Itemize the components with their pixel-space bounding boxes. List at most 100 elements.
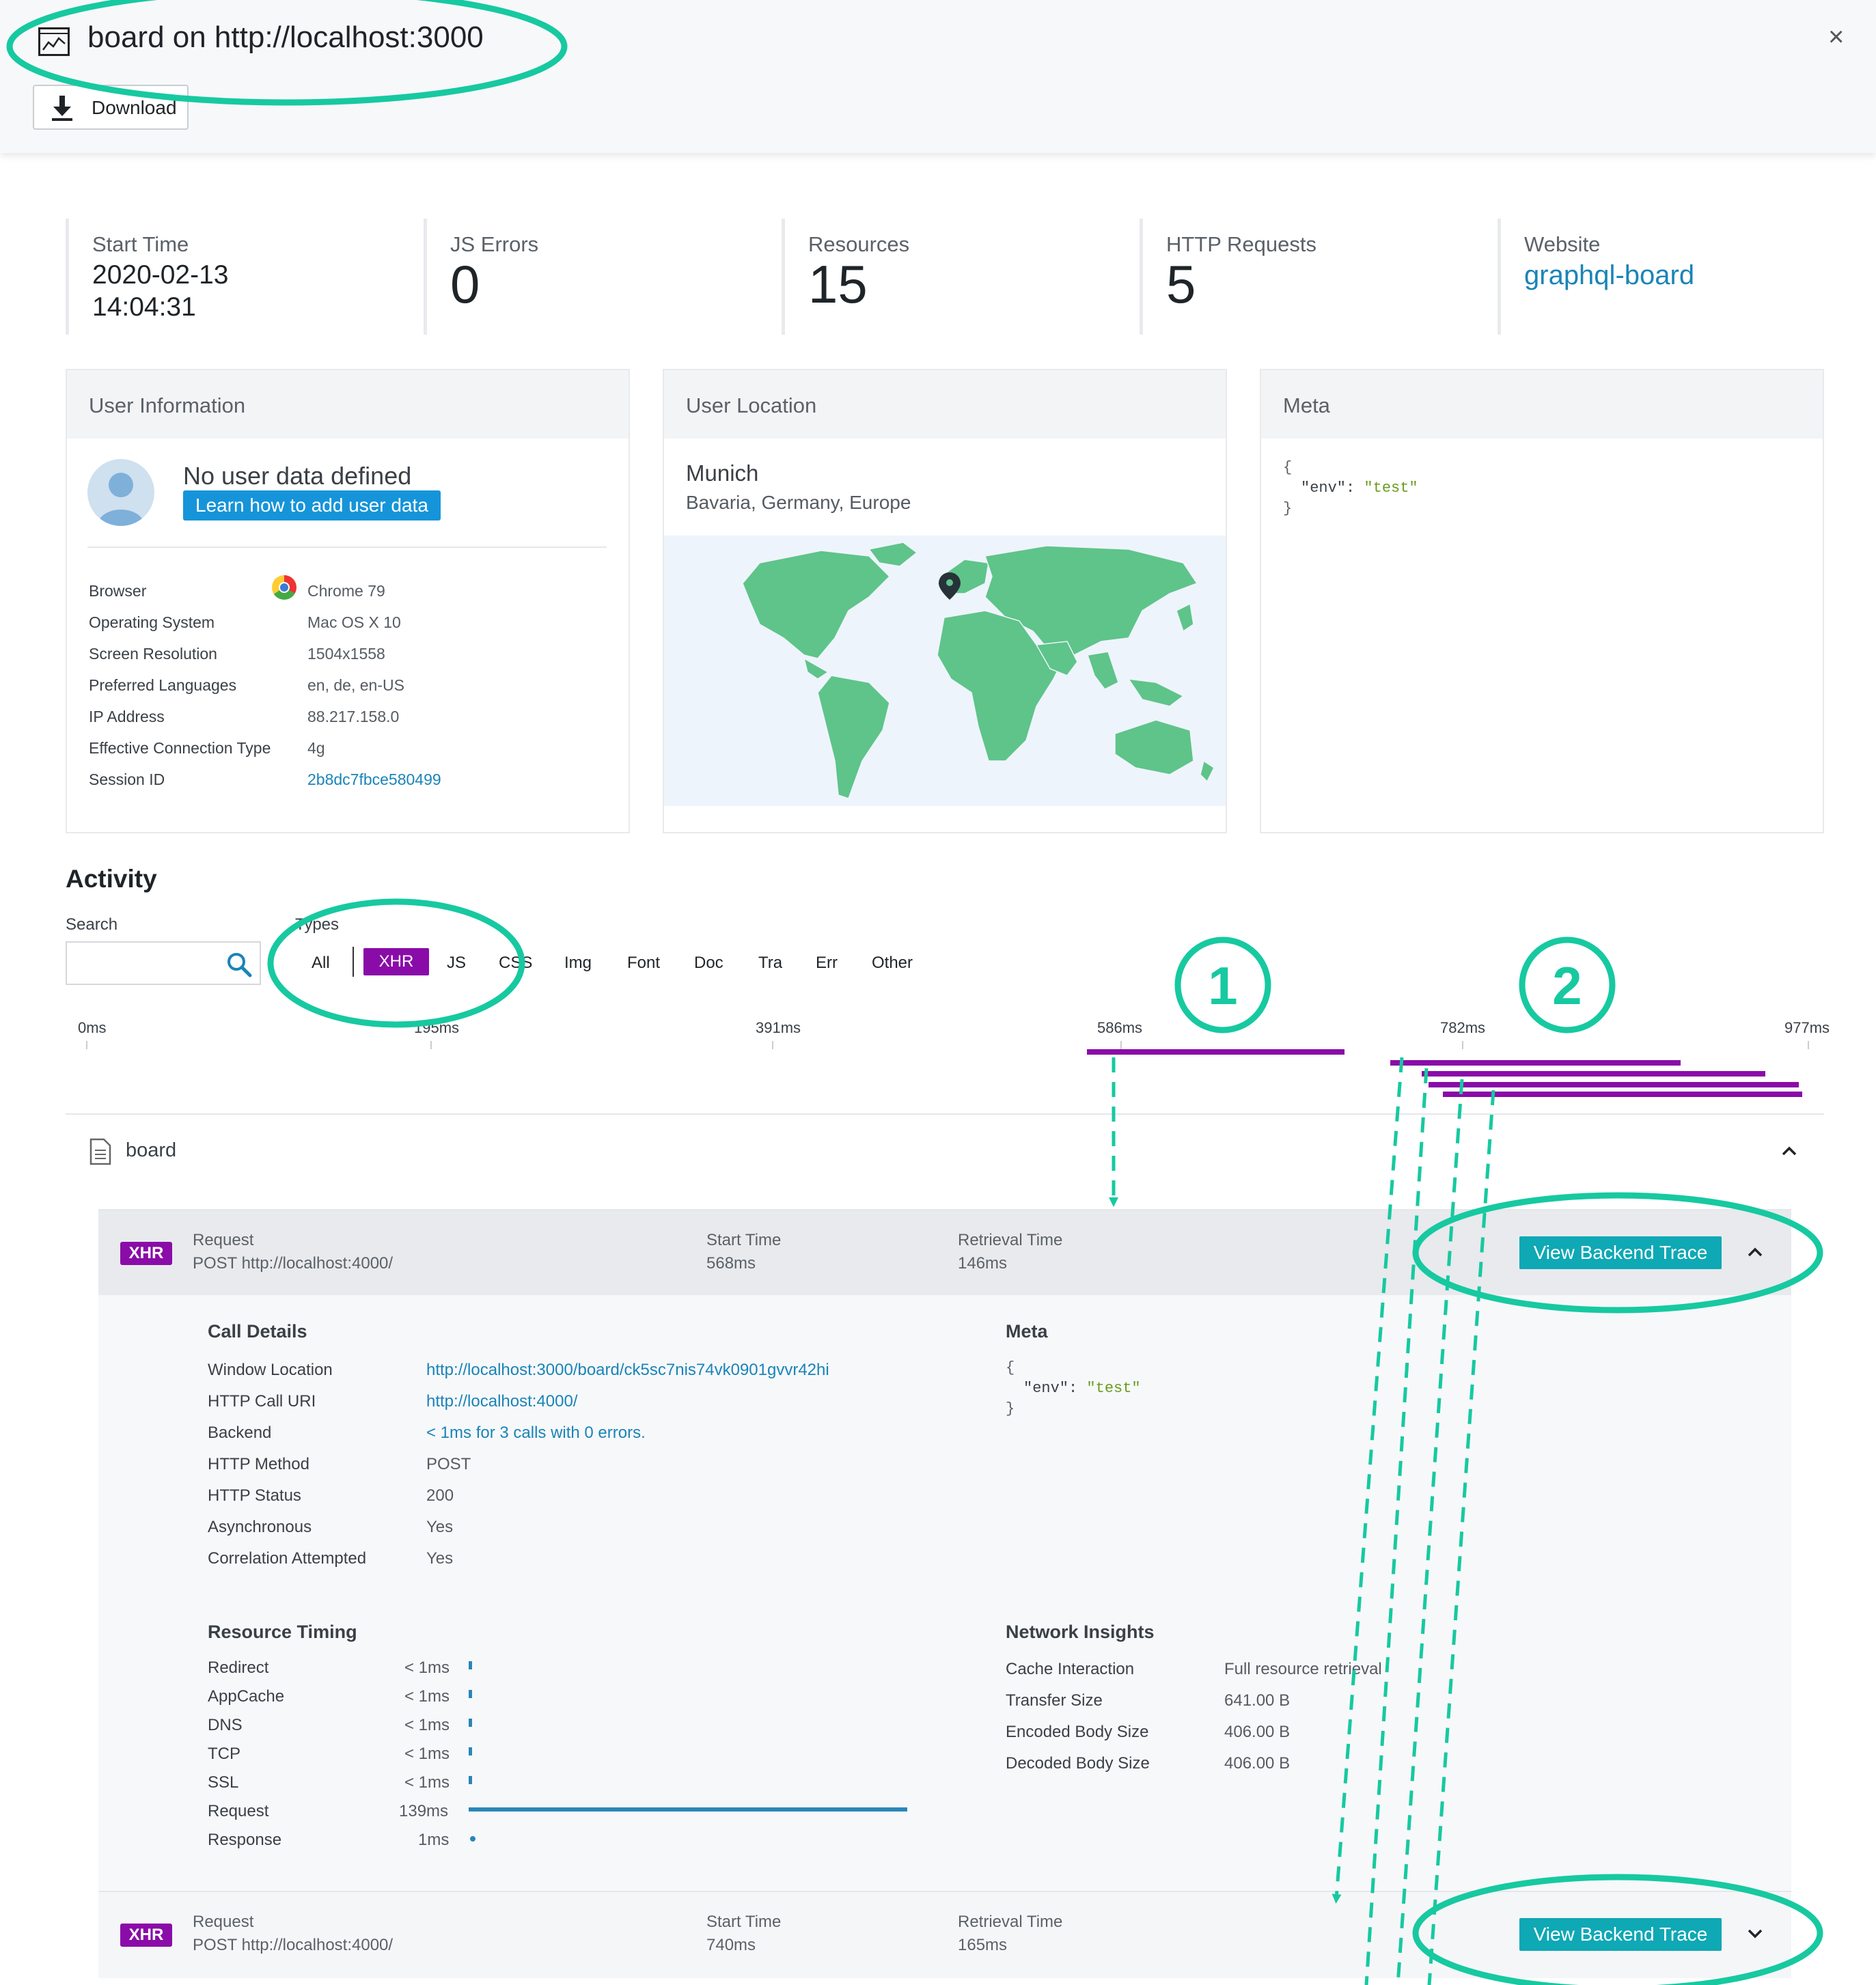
stat-label: HTTP Requests xyxy=(1166,232,1316,256)
page-group-label[interactable]: board xyxy=(126,1139,176,1162)
session-id-link[interactable]: 2b8dc7fbce580499 xyxy=(307,771,441,789)
stat-value: 0 xyxy=(450,254,480,314)
timing-key: TCP xyxy=(208,1745,240,1763)
http-call-uri-link[interactable]: http://localhost:4000/ xyxy=(426,1392,577,1411)
close-icon[interactable]: × xyxy=(1828,23,1844,51)
backend-link[interactable]: < 1ms for 3 calls with 0 errors. xyxy=(426,1424,646,1443)
json-open: { xyxy=(1283,459,1293,476)
detail-value: 200 xyxy=(426,1486,454,1505)
info-key: IP Address xyxy=(89,708,165,725)
filter-css[interactable]: CSS xyxy=(499,954,532,973)
json-open: { xyxy=(1006,1359,1015,1376)
learn-add-user-data-button[interactable]: Learn how to add user data xyxy=(183,490,441,520)
filter-all[interactable]: All xyxy=(312,954,330,973)
user-information-panel: User Information xyxy=(66,369,630,833)
stat-js-errors: JS Errors 0 xyxy=(424,219,779,335)
stat-resources: Resources 15 xyxy=(782,219,1137,335)
timing-value: < 1ms xyxy=(404,1773,450,1792)
chrome-icon xyxy=(272,575,296,600)
view-backend-trace-button[interactable]: View Backend Trace xyxy=(1519,1918,1722,1951)
retrieval-time-value: 146ms xyxy=(958,1254,1008,1273)
tick-mark xyxy=(1462,1041,1463,1049)
timing-key: Response xyxy=(208,1831,282,1849)
filter-xhr[interactable]: XHR xyxy=(363,948,429,975)
insight-value: 406.00 B xyxy=(1224,1723,1291,1741)
timing-bar xyxy=(469,1690,472,1698)
detail-value: Yes xyxy=(426,1549,454,1568)
info-value: Mac OS X 10 xyxy=(307,613,401,631)
world-map xyxy=(664,536,1226,806)
location-city: Munich xyxy=(686,460,759,486)
view-backend-trace-button[interactable]: View Backend Trace xyxy=(1519,1236,1722,1269)
detail-key: Backend xyxy=(208,1424,272,1442)
tick-mark xyxy=(1808,1041,1809,1049)
filter-tra[interactable]: Tra xyxy=(758,954,782,973)
chevron-up-icon[interactable] xyxy=(1746,1246,1764,1258)
json-close: } xyxy=(1283,500,1293,517)
stat-start-time: Start Time 2020-02-13 14:04:31 xyxy=(66,219,421,335)
meta-panel: Meta xyxy=(1260,369,1824,833)
filter-js[interactable]: JS xyxy=(447,954,466,973)
info-key: Screen Resolution xyxy=(89,645,217,663)
stat-value: 5 xyxy=(1166,254,1196,314)
request-details xyxy=(98,1295,1791,1893)
timeline-bar[interactable] xyxy=(1443,1092,1803,1097)
search-icon[interactable] xyxy=(225,951,253,978)
insight-key: Decoded Body Size xyxy=(1006,1754,1150,1773)
start-time-label: Start Time xyxy=(706,1913,782,1931)
website-link[interactable]: graphql-board xyxy=(1524,261,1825,290)
chart-window-icon xyxy=(38,27,70,56)
detail-key: HTTP Call URI xyxy=(208,1392,316,1411)
info-key: Session ID xyxy=(89,771,165,788)
timing-value: < 1ms xyxy=(404,1687,450,1706)
timeline-tick: 782ms xyxy=(1440,1019,1486,1036)
search-label: Search xyxy=(66,915,118,934)
meta-heading: Meta xyxy=(1006,1321,1048,1342)
json-close: } xyxy=(1006,1400,1015,1417)
timing-key: Request xyxy=(208,1802,269,1820)
detail-value: Yes xyxy=(426,1518,454,1536)
panel-title: User Location xyxy=(664,370,1226,439)
detail-value: POST xyxy=(426,1455,471,1473)
stat-label: JS Errors xyxy=(450,232,539,256)
timing-key: SSL xyxy=(208,1773,239,1792)
panel-title: User Information xyxy=(67,370,629,439)
start-time-value: 740ms xyxy=(706,1936,756,1954)
timeline-tick: 0ms xyxy=(78,1019,107,1036)
filter-other[interactable]: Other xyxy=(872,954,913,973)
timing-value: < 1ms xyxy=(404,1658,450,1677)
divider xyxy=(66,1113,1824,1115)
chevron-down-icon[interactable] xyxy=(1746,1928,1764,1940)
marker-label-2: 2 xyxy=(1552,956,1582,1016)
network-insights-heading: Network Insights xyxy=(1006,1622,1155,1642)
retrieval-time-value: 165ms xyxy=(958,1936,1008,1954)
download-label: Download xyxy=(92,97,177,118)
location-pin-icon xyxy=(939,572,961,600)
download-button[interactable]: Download xyxy=(33,85,189,130)
timeline-bar[interactable] xyxy=(1422,1071,1766,1077)
timing-value: < 1ms xyxy=(404,1745,450,1763)
filter-doc[interactable]: Doc xyxy=(694,954,723,973)
filter-font[interactable]: Font xyxy=(627,954,660,973)
filter-img[interactable]: Img xyxy=(564,954,592,973)
timeline-bar[interactable] xyxy=(1087,1049,1344,1055)
user-silhouette-icon xyxy=(97,473,145,526)
timing-key: DNS xyxy=(208,1716,243,1734)
timeline-bar[interactable] xyxy=(1390,1060,1681,1066)
json-value: "test" xyxy=(1086,1380,1141,1397)
insight-key: Transfer Size xyxy=(1006,1691,1103,1710)
timing-value: 1ms xyxy=(418,1831,450,1849)
filter-err[interactable]: Err xyxy=(816,954,838,973)
window-location-link[interactable]: http://localhost:3000/board/ck5sc7nis74v… xyxy=(426,1361,829,1380)
stat-website: Website graphql-board xyxy=(1498,219,1825,335)
start-time-label: Start Time xyxy=(706,1231,782,1249)
chevron-up-icon[interactable] xyxy=(1780,1145,1798,1157)
detail-key: Asynchronous xyxy=(208,1518,312,1536)
json-key: "env": xyxy=(1301,480,1355,497)
stat-label: Resources xyxy=(808,232,910,256)
xhr-badge: XHR xyxy=(120,1924,172,1947)
insight-key: Encoded Body Size xyxy=(1006,1723,1149,1741)
insight-value: Full resource retrieval xyxy=(1224,1660,1382,1678)
timeline-bar[interactable] xyxy=(1429,1082,1799,1087)
stat-label: Website xyxy=(1524,232,1601,256)
